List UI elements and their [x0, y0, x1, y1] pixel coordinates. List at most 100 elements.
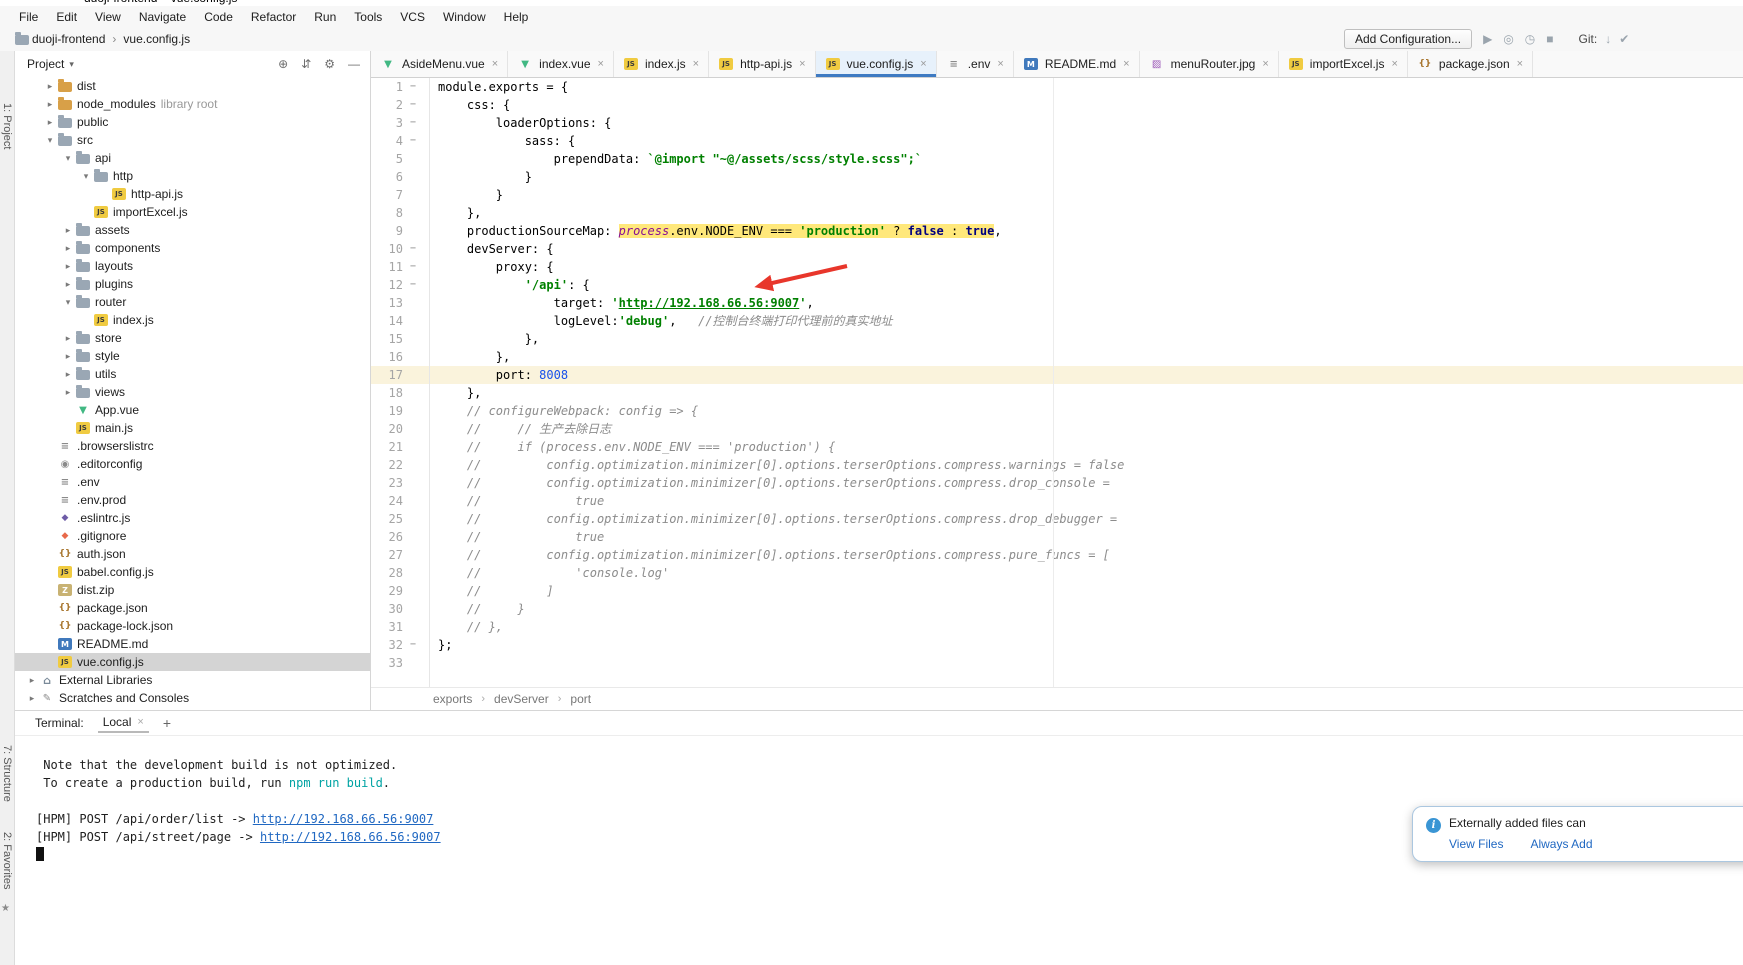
gutter-line-4[interactable]: 4− — [371, 132, 429, 150]
coverage-icon[interactable]: ◎ — [1503, 32, 1513, 46]
code-line-32[interactable]: }; — [430, 636, 1743, 654]
editor-tab-index.vue[interactable]: ▼index.vue× — [508, 51, 614, 77]
tree-item-dist.zip[interactable]: Zdist.zip — [15, 581, 370, 599]
tree-item-readme.md[interactable]: MREADME.md — [15, 635, 370, 653]
tree-item-style[interactable]: ▸style — [15, 347, 370, 365]
gutter-line-15[interactable]: 15 — [371, 330, 429, 348]
fold-marker-icon[interactable]: − — [403, 258, 423, 276]
notification-action-always-add[interactable]: Always Add — [1530, 837, 1592, 851]
tree-item-http[interactable]: ▾http — [15, 167, 370, 185]
editor-tab-.env[interactable]: ≡.env× — [937, 51, 1014, 77]
code-line-15[interactable]: }, — [430, 330, 1743, 348]
code-line-25[interactable]: // config.optimization.minimizer[0].opti… — [430, 510, 1743, 528]
stripe-structure-button[interactable]: 7: Structure — [1, 745, 13, 802]
editor-tab-menurouter.jpg[interactable]: ▨menuRouter.jpg× — [1140, 51, 1279, 77]
code-line-28[interactable]: // 'console.log' — [430, 564, 1743, 582]
editor-tab-index.js[interactable]: JSindex.js× — [614, 51, 709, 77]
tree-item-plugins[interactable]: ▸plugins — [15, 275, 370, 293]
code-line-1[interactable]: module.exports = { — [430, 78, 1743, 96]
project-panel-title[interactable]: Project — [27, 57, 64, 71]
chevron-collapsed-icon[interactable]: ▸ — [61, 279, 75, 290]
code-line-31[interactable]: // }, — [430, 618, 1743, 636]
gutter-line-5[interactable]: 5 — [371, 150, 429, 168]
code-line-24[interactable]: // true — [430, 492, 1743, 510]
gutter-line-3[interactable]: 3− — [371, 114, 429, 132]
menu-item-refactor[interactable]: Refactor — [242, 8, 305, 26]
gutter-line-22[interactable]: 22 — [371, 456, 429, 474]
breadcrumb-project[interactable]: duoji-frontend — [32, 32, 105, 46]
tab-close-icon[interactable]: × — [997, 58, 1003, 70]
gutter-line-12[interactable]: 12− — [371, 276, 429, 294]
code-line-30[interactable]: // } — [430, 600, 1743, 618]
gutter-line-33[interactable]: 33 — [371, 654, 429, 672]
locate-file-icon[interactable]: ⊕ — [278, 57, 288, 71]
menu-item-tools[interactable]: Tools — [345, 8, 391, 26]
code-editor[interactable]: 1−2−3−4−5678910−11−12−131415161718192021… — [371, 78, 1743, 688]
terminal-link[interactable]: http://192.168.66.56:9007 — [253, 812, 434, 826]
gutter-line-31[interactable]: 31 — [371, 618, 429, 636]
git-commit-icon[interactable]: ✔ — [1619, 32, 1629, 46]
tab-close-icon[interactable]: × — [492, 58, 498, 70]
code-line-6[interactable]: } — [430, 168, 1743, 186]
gutter-line-26[interactable]: 26 — [371, 528, 429, 546]
chevron-collapsed-icon[interactable]: ▸ — [25, 693, 39, 704]
tree-item-views[interactable]: ▸views — [15, 383, 370, 401]
editor-tab-importexcel.js[interactable]: JSimportExcel.js× — [1279, 51, 1408, 77]
chevron-collapsed-icon[interactable]: ▸ — [61, 351, 75, 362]
tree-item-package-lock.json[interactable]: {}package-lock.json — [15, 617, 370, 635]
chevron-expanded-icon[interactable]: ▾ — [43, 135, 57, 146]
menu-item-code[interactable]: Code — [195, 8, 242, 26]
hide-panel-icon[interactable]: ― — [348, 57, 360, 71]
gutter-line-23[interactable]: 23 — [371, 474, 429, 492]
code-line-7[interactable]: } — [430, 186, 1743, 204]
chevron-collapsed-icon[interactable]: ▸ — [61, 225, 75, 236]
tree-item-babel.config.js[interactable]: JSbabel.config.js — [15, 563, 370, 581]
tree-item-scratches-and-consoles[interactable]: ▸✎Scratches and Consoles — [15, 689, 370, 707]
tab-close-icon[interactable]: × — [1517, 58, 1523, 70]
code-line-11[interactable]: proxy: { — [430, 258, 1743, 276]
breadcrumb-file[interactable]: vue.config.js — [123, 32, 190, 46]
menu-item-view[interactable]: View — [86, 8, 130, 26]
tree-item-node_modules[interactable]: ▸node_moduleslibrary root — [15, 95, 370, 113]
add-configuration-button[interactable]: Add Configuration... — [1344, 29, 1472, 49]
fold-marker-icon[interactable]: − — [403, 240, 423, 258]
chevron-expanded-icon[interactable]: ▾ — [61, 297, 75, 308]
tab-close-icon[interactable]: × — [799, 58, 805, 70]
notification-popup[interactable]: i Externally added files can View FilesA… — [1412, 806, 1743, 862]
tree-item-dist[interactable]: ▸dist — [15, 77, 370, 95]
code-line-20[interactable]: // // 生产去除日志 — [430, 420, 1743, 438]
code-line-33[interactable] — [430, 654, 1743, 672]
menu-item-run[interactable]: Run — [305, 8, 345, 26]
terminal-link[interactable]: http://192.168.66.56:9007 — [260, 830, 441, 844]
tab-close-icon[interactable]: × — [137, 716, 143, 728]
tree-item-layouts[interactable]: ▸layouts — [15, 257, 370, 275]
tab-close-icon[interactable]: × — [1262, 58, 1268, 70]
breadcrumb-devserver[interactable]: devServer — [494, 692, 549, 706]
tree-item-src[interactable]: ▾src — [15, 131, 370, 149]
tree-item-.env.prod[interactable]: ≡.env.prod — [15, 491, 370, 509]
code-line-5[interactable]: prependData: `@import "~@/assets/scss/st… — [430, 150, 1743, 168]
tree-item-main.js[interactable]: JSmain.js — [15, 419, 370, 437]
tree-item-vue.config.js[interactable]: JSvue.config.js — [15, 653, 370, 671]
chevron-collapsed-icon[interactable]: ▸ — [43, 117, 57, 128]
tree-item-components[interactable]: ▸components — [15, 239, 370, 257]
gear-icon[interactable]: ⚙ — [324, 57, 335, 71]
gutter-line-14[interactable]: 14 — [371, 312, 429, 330]
tab-close-icon[interactable]: × — [693, 58, 699, 70]
fold-marker-icon[interactable]: − — [403, 78, 423, 96]
code-line-22[interactable]: // config.optimization.minimizer[0].opti… — [430, 456, 1743, 474]
chevron-collapsed-icon[interactable]: ▸ — [61, 243, 75, 254]
tree-item-public[interactable]: ▸public — [15, 113, 370, 131]
code-line-29[interactable]: // ] — [430, 582, 1743, 600]
gutter-line-8[interactable]: 8 — [371, 204, 429, 222]
chevron-collapsed-icon[interactable]: ▸ — [43, 99, 57, 110]
tree-item-.gitignore[interactable]: ◆.gitignore — [15, 527, 370, 545]
tree-item-.editorconfig[interactable]: ◉.editorconfig — [15, 455, 370, 473]
tree-item-package.json[interactable]: {}package.json — [15, 599, 370, 617]
code-line-13[interactable]: target: 'http://192.168.66.56:9007', — [430, 294, 1743, 312]
collapse-all-icon[interactable]: ⇵ — [301, 57, 311, 71]
menu-item-help[interactable]: Help — [495, 8, 538, 26]
code-line-4[interactable]: sass: { — [430, 132, 1743, 150]
code-line-16[interactable]: }, — [430, 348, 1743, 366]
terminal-tab-local[interactable]: Local × — [98, 713, 149, 733]
